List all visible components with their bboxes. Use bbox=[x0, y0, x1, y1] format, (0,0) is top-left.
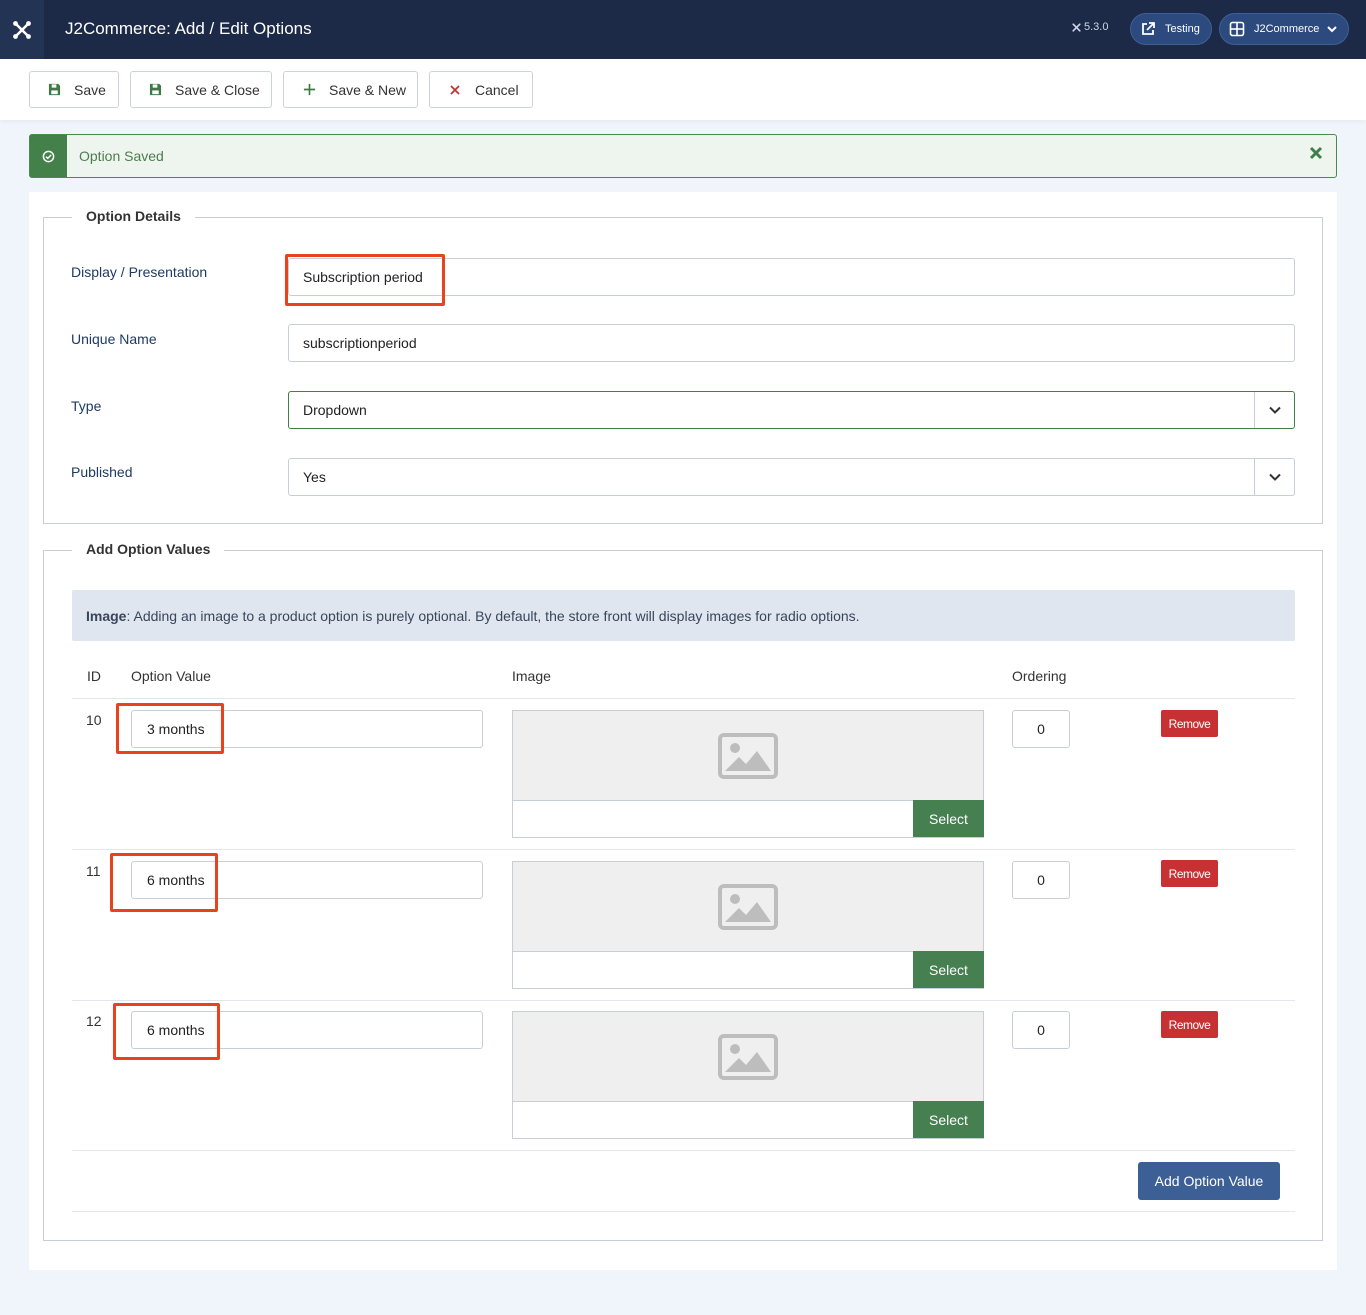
save-close-button[interactable]: Save & Close bbox=[130, 71, 272, 108]
ordering-value: 0 bbox=[1037, 721, 1045, 737]
published-select[interactable]: Yes bbox=[288, 458, 1295, 496]
option-value-text: 6 months bbox=[147, 872, 205, 888]
image-field: Select bbox=[512, 710, 984, 838]
remove-button[interactable]: Remove bbox=[1161, 710, 1218, 737]
display-input[interactable]: Subscription period bbox=[288, 258, 1295, 296]
row-divider bbox=[72, 1000, 1295, 1001]
grid-icon bbox=[1228, 20, 1246, 38]
remove-button[interactable]: Remove bbox=[1161, 1011, 1218, 1038]
save-label: Save bbox=[74, 81, 106, 98]
save-button[interactable]: Save bbox=[29, 71, 119, 108]
display-label: Display / Presentation bbox=[71, 264, 208, 280]
column-image: Image bbox=[512, 668, 551, 684]
close-icon bbox=[448, 83, 462, 97]
select-image-button[interactable]: Select bbox=[913, 951, 984, 988]
check-circle-icon bbox=[30, 135, 67, 177]
unique-name-value: subscriptionperiod bbox=[303, 335, 417, 351]
image-placeholder-icon bbox=[718, 883, 778, 930]
type-value: Dropdown bbox=[303, 402, 367, 418]
ordering-value: 0 bbox=[1037, 1022, 1045, 1038]
chevron-down-icon bbox=[1254, 392, 1294, 428]
chevron-down-icon bbox=[1254, 459, 1294, 495]
row-divider bbox=[72, 849, 1295, 850]
option-values-legend: Add Option Values bbox=[72, 541, 225, 557]
image-path-input[interactable] bbox=[513, 951, 913, 988]
type-label: Type bbox=[71, 398, 102, 414]
published-value: Yes bbox=[303, 469, 326, 485]
external-link-icon bbox=[1139, 20, 1157, 38]
chevron-down-icon bbox=[1327, 26, 1338, 33]
image-preview bbox=[513, 862, 983, 951]
image-path-input[interactable] bbox=[513, 800, 913, 837]
published-label: Published bbox=[71, 464, 133, 480]
view-site-label: Testing bbox=[1165, 23, 1200, 35]
joomla-small-icon bbox=[1072, 22, 1081, 32]
image-placeholder-icon bbox=[718, 732, 778, 779]
image-field: Select bbox=[512, 861, 984, 989]
plus-icon bbox=[302, 83, 316, 97]
option-value-input[interactable]: 6 months bbox=[131, 1011, 483, 1049]
column-option-value: Option Value bbox=[131, 668, 211, 684]
cancel-label: Cancel bbox=[475, 81, 519, 98]
info-text: : Adding an image to a product option is… bbox=[126, 607, 860, 624]
row-divider bbox=[72, 1150, 1295, 1151]
version-badge: 5.3.0 bbox=[1071, 21, 1108, 33]
account-label: J2Commerce bbox=[1254, 23, 1320, 35]
option-value-input[interactable]: 3 months bbox=[131, 710, 483, 748]
unique-name-input[interactable]: subscriptionperiod bbox=[288, 324, 1295, 362]
row-id: 12 bbox=[86, 1013, 102, 1029]
save-close-label: Save & Close bbox=[175, 81, 260, 98]
display-value: Subscription period bbox=[303, 269, 423, 285]
save-icon bbox=[47, 83, 61, 97]
ordering-input[interactable]: 0 bbox=[1012, 861, 1070, 899]
toolbar: Save Save & Close Save & New Cancel bbox=[0, 59, 1366, 120]
remove-button[interactable]: Remove bbox=[1161, 860, 1218, 887]
page-title: J2Commerce: Add / Edit Options bbox=[65, 19, 312, 38]
info-bold: Image bbox=[86, 607, 127, 624]
image-preview bbox=[513, 711, 983, 800]
column-id: ID bbox=[87, 668, 101, 684]
ordering-input[interactable]: 0 bbox=[1012, 710, 1070, 748]
joomla-logo[interactable] bbox=[0, 0, 44, 59]
option-details-legend: Option Details bbox=[72, 208, 195, 224]
add-option-value-button[interactable]: Add Option Value bbox=[1138, 1162, 1280, 1200]
column-ordering: Ordering bbox=[1012, 668, 1067, 684]
joomla-icon bbox=[13, 20, 31, 39]
ordering-value: 0 bbox=[1037, 872, 1045, 888]
select-image-button[interactable]: Select bbox=[913, 1101, 984, 1138]
version-text: 5.3.0 bbox=[1084, 21, 1109, 33]
account-menu-button[interactable]: J2Commerce bbox=[1219, 13, 1349, 45]
option-value-input[interactable]: 6 months bbox=[131, 861, 483, 899]
row-id: 11 bbox=[86, 863, 101, 879]
image-field: Select bbox=[512, 1011, 984, 1139]
view-site-button[interactable]: Testing bbox=[1130, 13, 1212, 45]
image-placeholder-icon bbox=[718, 1033, 778, 1080]
ordering-input[interactable]: 0 bbox=[1012, 1011, 1070, 1049]
success-alert: Option Saved bbox=[29, 134, 1337, 178]
type-select[interactable]: Dropdown bbox=[288, 391, 1295, 429]
alert-message: Option Saved bbox=[79, 148, 164, 164]
table-bottom-divider bbox=[72, 1211, 1295, 1212]
save-icon bbox=[148, 83, 162, 97]
image-info-note: Image: Adding an image to a product opti… bbox=[72, 590, 1295, 641]
image-preview bbox=[513, 1012, 983, 1101]
row-id: 10 bbox=[86, 712, 102, 728]
cancel-button[interactable]: Cancel bbox=[429, 71, 533, 108]
select-image-button[interactable]: Select bbox=[913, 800, 984, 837]
save-new-button[interactable]: Save & New bbox=[283, 71, 418, 108]
close-alert-icon[interactable] bbox=[1308, 145, 1324, 161]
save-new-label: Save & New bbox=[329, 81, 407, 98]
option-value-text: 6 months bbox=[147, 1022, 205, 1038]
table-divider bbox=[72, 698, 1295, 699]
option-value-text: 3 months bbox=[147, 721, 205, 737]
image-path-input[interactable] bbox=[513, 1101, 913, 1138]
admin-header: J2Commerce: Add / Edit Options 5.3.0 Tes… bbox=[0, 0, 1366, 59]
unique-name-label: Unique Name bbox=[71, 331, 157, 347]
